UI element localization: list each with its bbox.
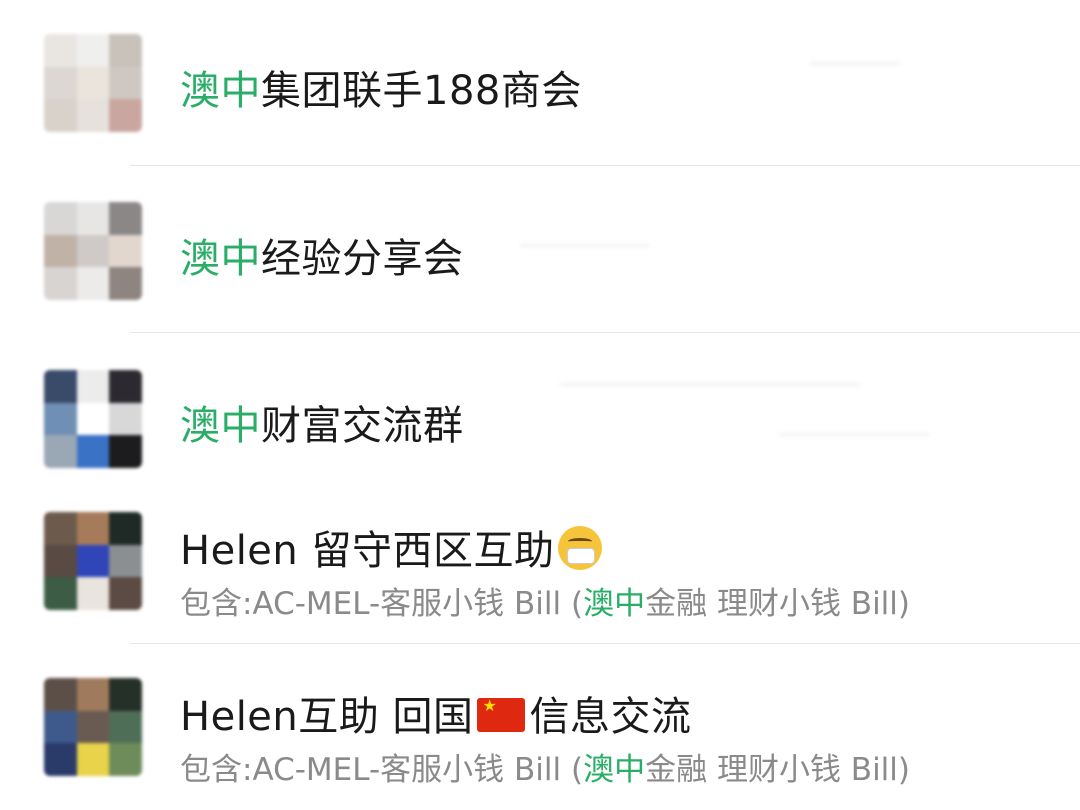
avatar-tile <box>44 234 77 268</box>
keyword-highlight: 澳中 <box>583 752 646 788</box>
china-flag-icon <box>477 696 526 732</box>
keyword-highlight: 澳中 <box>180 68 261 114</box>
avatar-tile <box>76 678 110 711</box>
avatar-tile <box>44 435 77 468</box>
chat-title-suffix: 信息交流 <box>529 694 692 740</box>
avatar-tile <box>76 202 110 235</box>
avatar-tile <box>109 512 142 545</box>
avatar-tile <box>44 544 77 578</box>
keyword-highlight: 澳中 <box>180 403 261 449</box>
avatar-tile <box>76 99 110 132</box>
avatar-tile <box>44 512 77 545</box>
avatar-tile <box>109 743 142 776</box>
avatar-tile <box>109 234 142 268</box>
chat-search-results: 澳中集团联手188商会 澳中经验分享会 澳中财富交流群 Helen 留守西区互助… <box>0 0 1080 810</box>
avatar-tile <box>44 402 77 436</box>
avatar-tile <box>109 202 142 235</box>
avatar-tile <box>109 370 142 403</box>
avatar-tile <box>44 99 77 132</box>
member-match-prefix: 包含:AC-MEL-客服小钱 Bill ( <box>180 586 584 622</box>
chat-title: Helen互助 回国 信息交流 <box>180 684 691 742</box>
avatar-tile <box>44 66 77 100</box>
avatar-tile <box>76 577 110 610</box>
avatar-tile <box>76 34 110 67</box>
avatar-tile <box>76 267 110 300</box>
chat-title-text: Helen 留守西区互助 <box>180 528 555 574</box>
member-match-suffix: 金融 理财小钱 Bill) <box>645 586 911 622</box>
avatar-tile <box>76 66 110 100</box>
chat-title-text: 经验分享会 <box>261 236 464 282</box>
chat-title: 澳中财富交流群 <box>180 393 464 451</box>
group-avatar <box>44 370 142 468</box>
avatar-tile <box>76 234 110 268</box>
avatar-tile <box>44 34 77 67</box>
avatar-tile <box>76 512 110 545</box>
avatar-tile <box>44 370 77 403</box>
chat-title: 澳中经验分享会 <box>180 226 464 284</box>
avatar-tile <box>44 577 77 610</box>
avatar-tile <box>44 710 77 744</box>
chat-row-1[interactable]: 澳中集团联手188商会 <box>0 0 1080 165</box>
group-avatar <box>44 678 142 776</box>
avatar-tile <box>76 710 110 744</box>
group-avatar <box>44 202 142 300</box>
avatar-tile <box>76 743 110 776</box>
member-match-suffix: 金融 理财小钱 Bill) <box>645 752 911 788</box>
avatar-tile <box>76 402 110 436</box>
chat-title-text: 财富交流群 <box>261 403 464 449</box>
avatar-tile <box>109 577 142 610</box>
avatar-tile <box>44 678 77 711</box>
avatar-tile <box>109 435 142 468</box>
avatar-tile <box>109 66 142 100</box>
chat-member-match: 包含:AC-MEL-客服小钱 Bill (澳中金融 理财小钱 Bill) <box>180 578 910 623</box>
group-avatar <box>44 512 142 610</box>
group-avatar <box>44 34 142 132</box>
avatar-tile <box>109 710 142 744</box>
avatar-tile <box>76 544 110 578</box>
chat-row-4[interactable]: Helen 留守西区互助 包含:AC-MEL-客服小钱 Bill (澳中金融 理… <box>0 500 1080 643</box>
keyword-highlight: 澳中 <box>583 586 646 622</box>
chat-row-3[interactable]: 澳中财富交流群 <box>0 333 1080 500</box>
chat-title: 澳中集团联手188商会 <box>180 58 582 116</box>
avatar-tile <box>109 34 142 67</box>
chat-title-text: 集团联手188商会 <box>261 68 582 114</box>
avatar-tile <box>109 544 142 578</box>
avatar-tile <box>76 370 110 403</box>
chat-member-match: 包含:AC-MEL-客服小钱 Bill (澳中金融 理财小钱 Bill) <box>180 744 910 789</box>
member-match-prefix: 包含:AC-MEL-客服小钱 Bill ( <box>180 752 584 788</box>
avatar-tile <box>109 678 142 711</box>
avatar-tile <box>76 435 110 468</box>
keyword-highlight: 澳中 <box>180 236 261 282</box>
chat-title-text: Helen互助 回国 <box>180 694 474 740</box>
avatar-tile <box>44 743 77 776</box>
chat-row-2[interactable]: 澳中经验分享会 <box>0 166 1080 332</box>
avatar-tile <box>109 267 142 300</box>
chat-title: Helen 留守西区互助 <box>180 518 603 576</box>
avatar-tile <box>44 202 77 235</box>
mask-emoji-icon <box>558 526 603 570</box>
avatar-tile <box>109 402 142 436</box>
avatar-tile <box>44 267 77 300</box>
avatar-tile <box>109 99 142 132</box>
chat-row-5[interactable]: Helen互助 回国 信息交流 包含:AC-MEL-客服小钱 Bill (澳中金融… <box>0 644 1080 810</box>
